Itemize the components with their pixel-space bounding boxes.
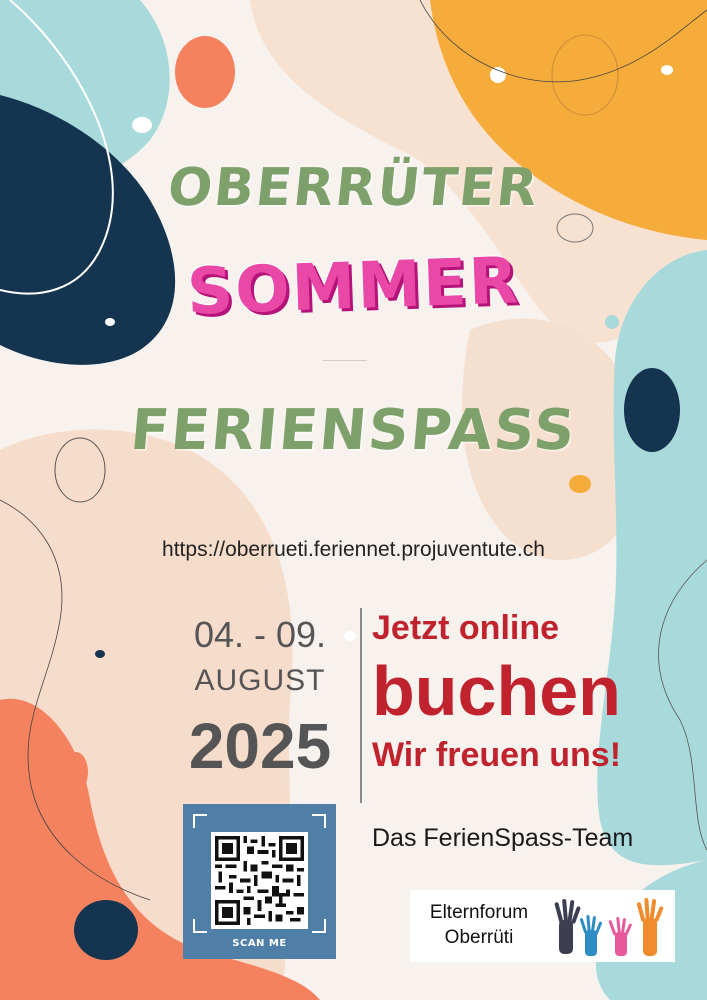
navy-oval-bottom bbox=[74, 900, 138, 960]
coral-oval-top bbox=[175, 36, 235, 108]
hand-blue bbox=[579, 914, 603, 956]
sponsor-line2: Oberrüti bbox=[444, 927, 514, 948]
hand-pink bbox=[608, 916, 632, 956]
qr-caption: SCAN ME bbox=[232, 938, 287, 949]
white-dot-2 bbox=[490, 67, 506, 83]
qr-corner-tr bbox=[312, 814, 326, 828]
coral-oval-small bbox=[64, 752, 88, 792]
date-month: AUGUST bbox=[194, 664, 326, 697]
hand-orange bbox=[636, 898, 664, 956]
white-dot-1 bbox=[132, 117, 152, 133]
vertical-divider bbox=[360, 608, 362, 803]
qr-code[interactable] bbox=[211, 832, 308, 929]
orange-dot bbox=[569, 475, 591, 493]
qr-corner-br bbox=[312, 919, 326, 933]
date-range: 04. - 09. bbox=[193, 614, 327, 655]
teal-dot bbox=[605, 315, 619, 329]
hands-icon bbox=[554, 898, 664, 956]
website-url[interactable]: https://oberrueti.feriennet.projuventute… bbox=[0, 538, 707, 562]
sponsor-logo: Elternforum Oberrüti bbox=[410, 890, 675, 962]
cta-line2: buchen bbox=[372, 652, 621, 730]
call-to-action: Jetzt online buchen Wir freuen uns! bbox=[372, 606, 702, 778]
white-dot-3 bbox=[661, 65, 673, 75]
sponsor-name: Elternforum Oberrüti bbox=[414, 900, 544, 950]
navy-dot bbox=[95, 650, 105, 658]
sponsor-line1: Elternforum bbox=[429, 902, 529, 923]
date-year: 2025 bbox=[188, 710, 332, 782]
qr-code-card[interactable]: SCAN ME bbox=[183, 804, 336, 959]
team-signature: Das FerienSpass-Team bbox=[372, 824, 634, 852]
qr-corner-bl bbox=[193, 919, 207, 933]
hand-dark bbox=[554, 899, 581, 954]
qr-corner-tl bbox=[193, 814, 207, 828]
cta-line3: Wir freuen uns! bbox=[372, 736, 622, 774]
title-ferienspass: FERIENSPASS bbox=[128, 398, 579, 463]
cta-line1: Jetzt online bbox=[372, 609, 560, 647]
title-divider bbox=[323, 360, 367, 361]
title-oberrueter: OBERRÜTER bbox=[164, 158, 542, 218]
qr-pattern bbox=[215, 836, 304, 925]
event-dates: 04. - 09. AUGUST 2025 bbox=[170, 612, 350, 788]
poster: OBERRÜTER SOMMER FERIENSPASS https://obe… bbox=[0, 0, 707, 1000]
